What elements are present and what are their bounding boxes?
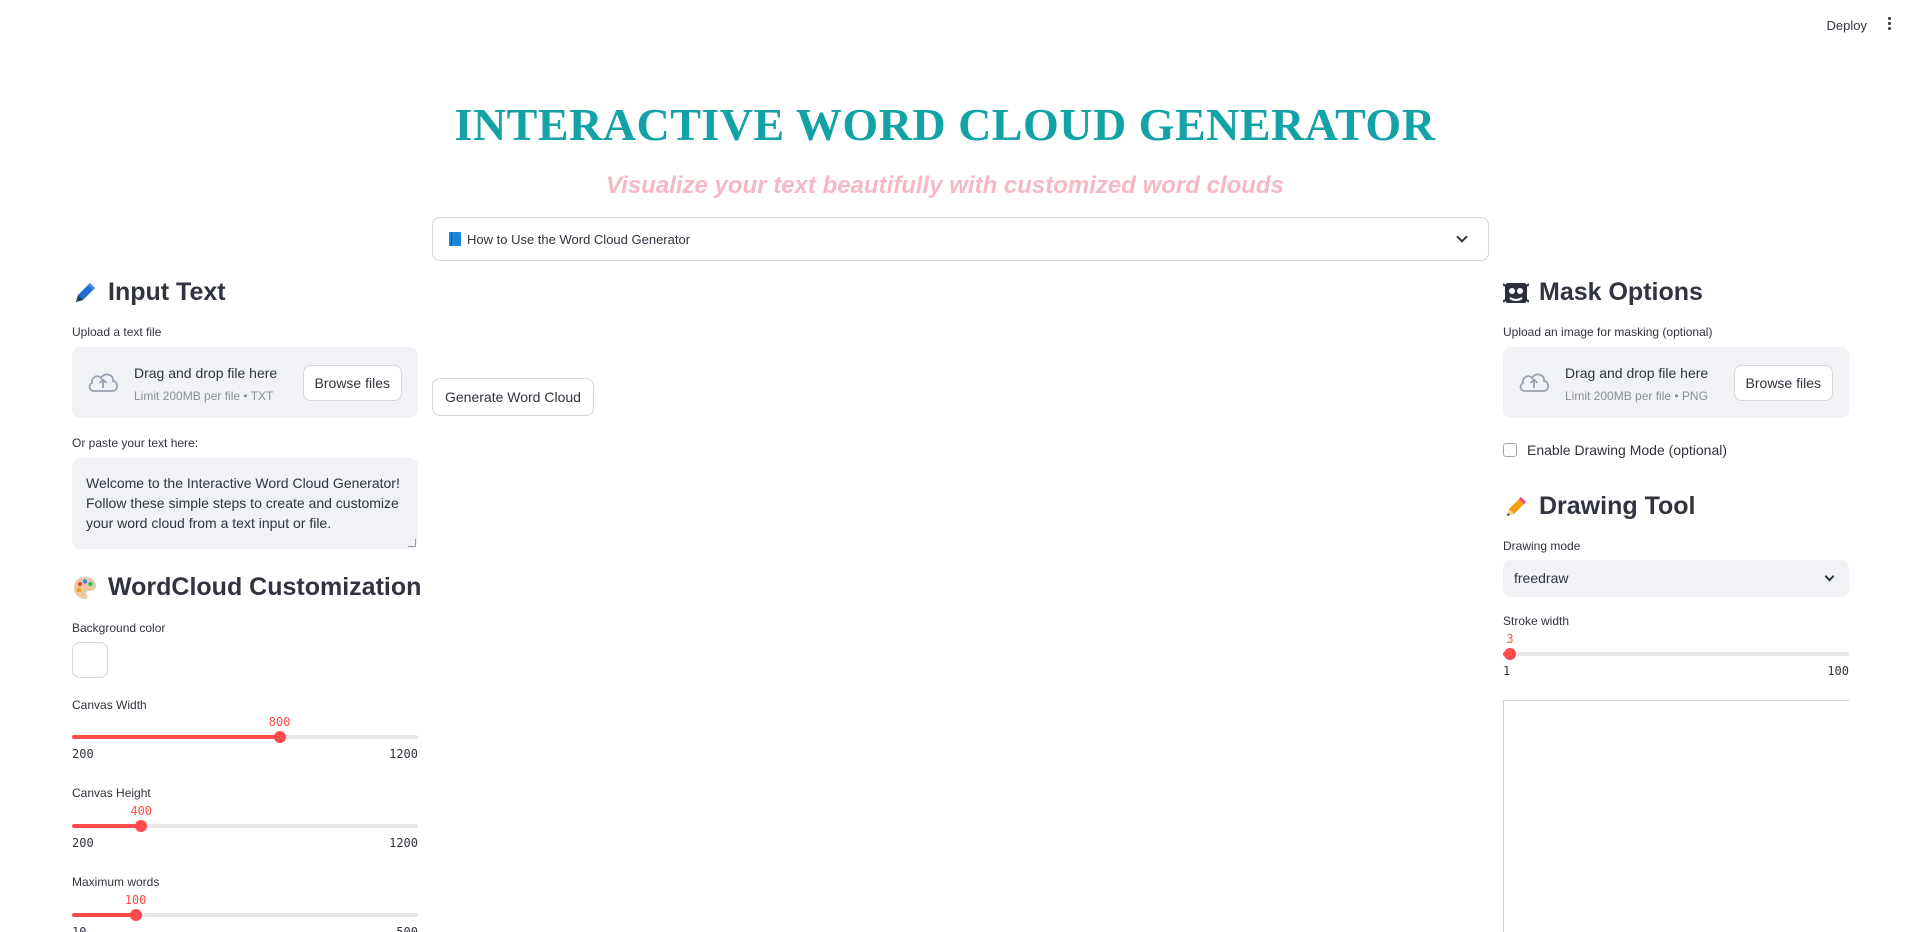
chevron-down-icon	[1456, 231, 1468, 243]
browse-files-button[interactable]: Browse files	[302, 365, 402, 401]
resize-handle-icon[interactable]	[408, 539, 416, 547]
mask-upload-label: Upload an image for masking (optional)	[1503, 325, 1713, 339]
pencil-icon	[1507, 496, 1526, 516]
slider-fill	[72, 735, 280, 739]
canvas-width-slider[interactable]: 800 200 1200	[72, 715, 418, 761]
canvas-height-label: Canvas Height	[72, 786, 151, 800]
drawing-mode-select[interactable]: freedraw	[1503, 560, 1849, 597]
canvas-height-slider[interactable]: 400 200 1200	[72, 804, 418, 850]
canvas-width-label: Canvas Width	[72, 698, 147, 712]
max-words-label: Maximum words	[72, 875, 160, 889]
slider-min: 1	[1503, 664, 1511, 678]
text-input-area[interactable]: Welcome to the Interactive Word Cloud Ge…	[72, 458, 418, 549]
slider-max: 100	[1827, 664, 1849, 678]
text-file-uploader[interactable]: Drag and drop file here Limit 200MB per …	[72, 347, 418, 418]
top-bar: Deploy	[0, 0, 1919, 52]
deploy-button[interactable]: Deploy	[1827, 18, 1867, 33]
book-icon	[449, 232, 461, 246]
cloud-upload-icon	[1519, 373, 1550, 392]
customization-heading-label: WordCloud Customization	[108, 573, 422, 601]
slider-thumb[interactable]	[129, 909, 142, 921]
file-limit-text: Limit 200MB per file • TXT	[134, 389, 274, 403]
customization-heading: WordCloud Customization	[72, 573, 421, 602]
slider-max: 500	[396, 925, 418, 932]
slider-max: 1200	[389, 747, 418, 761]
browse-files-button[interactable]: Browse files	[1733, 365, 1833, 401]
paste-text-label: Or paste your text here:	[72, 436, 199, 450]
drag-drop-text: Drag and drop file here	[1565, 365, 1709, 381]
drag-drop-text: Drag and drop file here	[134, 365, 278, 381]
slider-track	[1503, 652, 1849, 656]
drawing-mode-checkbox-label: Enable Drawing Mode (optional)	[1527, 442, 1727, 458]
chevron-down-icon	[1824, 571, 1835, 582]
input-text-heading-label: Input Text	[108, 278, 226, 306]
slider-min: 200	[72, 747, 94, 761]
how-to-use-expander[interactable]: How to Use the Word Cloud Generator	[432, 217, 1489, 261]
slider-value: 800	[268, 715, 291, 729]
slider-fill	[72, 824, 142, 828]
stroke-width-label: Stroke width	[1503, 614, 1570, 628]
pencil-icon	[76, 282, 95, 302]
upload-text-label: Upload a text file	[72, 325, 162, 339]
drawing-mode-checkbox[interactable]: Enable Drawing Mode (optional)	[1503, 442, 1727, 458]
background-color-label: Background color	[72, 621, 166, 635]
generate-word-cloud-button[interactable]: Generate Word Cloud	[432, 378, 594, 416]
background-color-picker[interactable]	[72, 642, 108, 678]
slider-thumb[interactable]	[135, 820, 148, 832]
mask-options-heading: Mask Options	[1503, 278, 1703, 307]
slider-value: 100	[124, 893, 147, 907]
cloud-upload-icon	[88, 373, 119, 392]
page-title: INTERACTIVE WORD CLOUD GENERATOR	[454, 99, 1436, 150]
page-subtitle: Visualize your text beautifully with cus…	[606, 172, 1284, 199]
drawing-mode-label: Drawing mode	[1503, 539, 1581, 553]
drawing-canvas[interactable]	[1503, 700, 1849, 932]
max-words-slider[interactable]: 100 10 500	[72, 893, 418, 932]
slider-thumb[interactable]	[273, 731, 286, 743]
slider-thumb[interactable]	[1503, 648, 1516, 660]
stroke-width-slider[interactable]: 3 1 100	[1503, 632, 1849, 678]
expander-label: How to Use the Word Cloud Generator	[467, 231, 691, 247]
mask-image-icon	[1503, 282, 1529, 303]
drawing-mode-value: freedraw	[1514, 570, 1569, 586]
slider-value: 400	[130, 804, 153, 818]
slider-max: 1200	[389, 836, 418, 850]
input-text-heading: Input Text	[72, 278, 226, 307]
slider-fill	[72, 913, 136, 917]
palette-icon	[74, 576, 96, 599]
drawing-tool-heading: Drawing Tool	[1503, 492, 1695, 521]
mask-options-heading-label: Mask Options	[1539, 278, 1703, 306]
drawing-tool-heading-label: Drawing Tool	[1539, 492, 1696, 520]
checkbox-box[interactable]	[1503, 443, 1517, 457]
slider-min: 200	[72, 836, 94, 850]
slider-value: 3	[1506, 632, 1514, 646]
mask-image-uploader[interactable]: Drag and drop file here Limit 200MB per …	[1503, 347, 1849, 418]
kebab-menu-icon[interactable]	[1885, 17, 1893, 33]
file-limit-text: Limit 200MB per file • PNG	[1565, 389, 1708, 403]
slider-min: 10	[72, 925, 87, 932]
